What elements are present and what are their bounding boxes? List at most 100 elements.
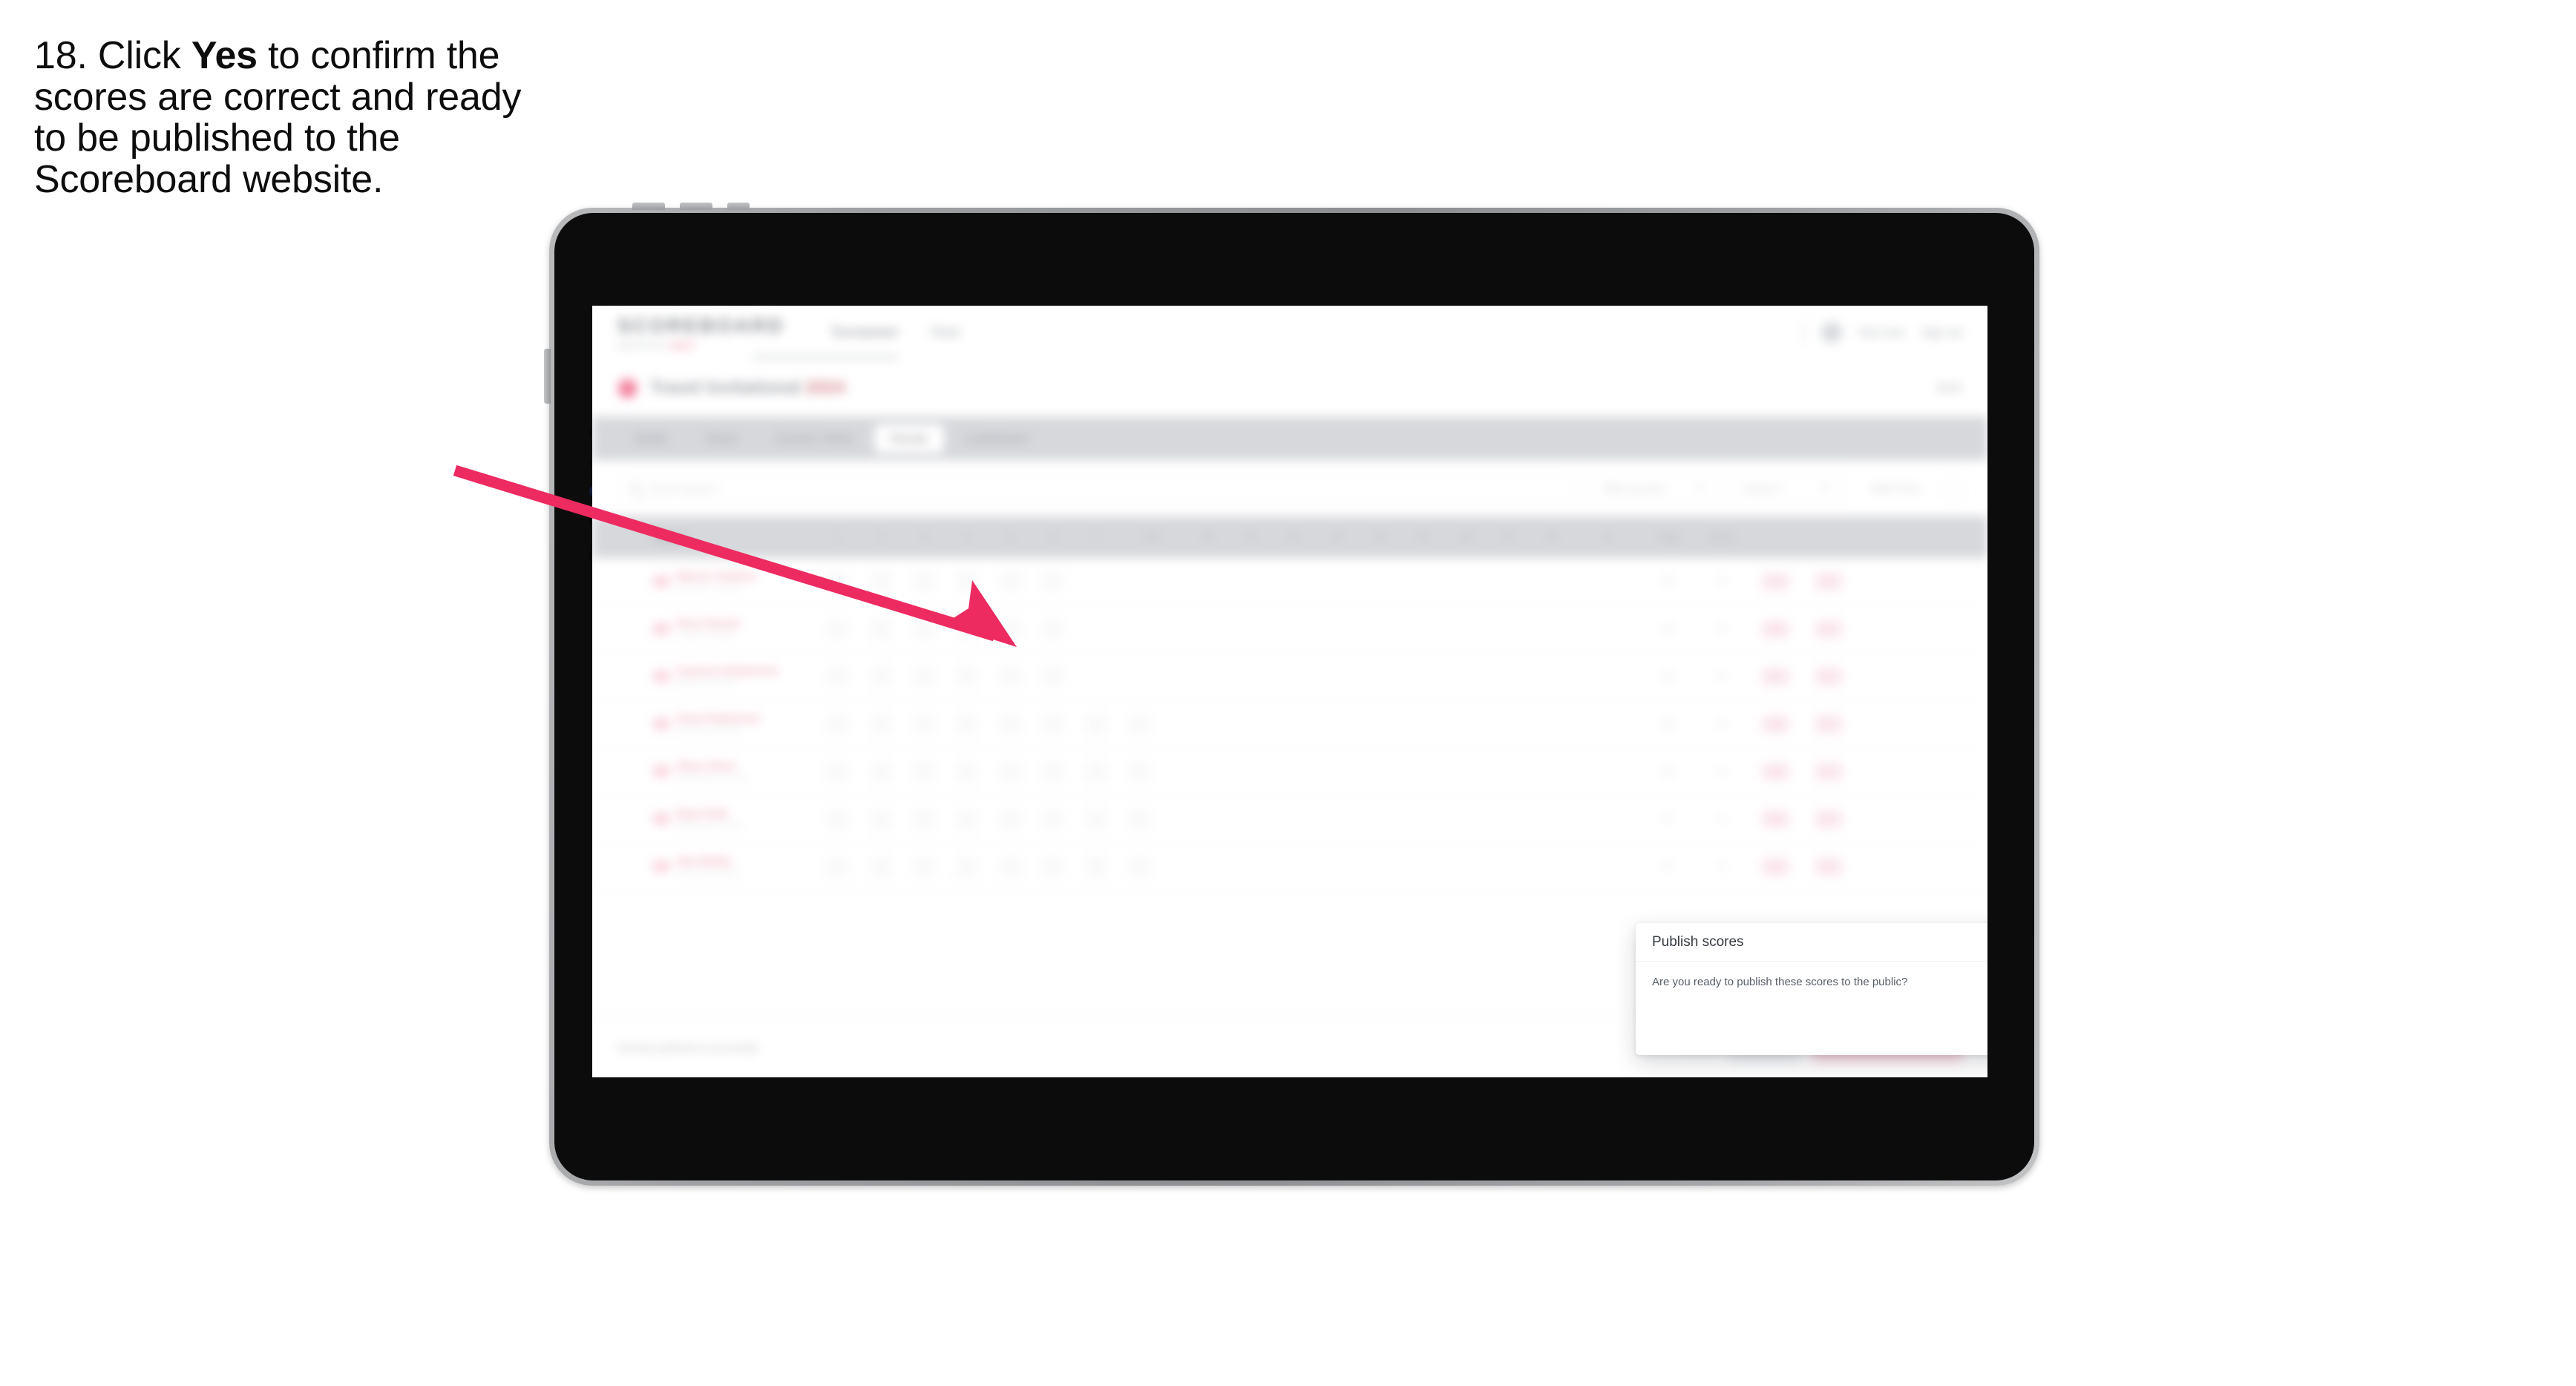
table-row[interactable]: Warren Tomkins Aberdeen Curling 0 0 0 0 0 0 98 72… [592,558,1987,605]
score-cell[interactable]: 0 [902,617,945,640]
score-cell[interactable]: 0 [816,665,859,688]
score-value: 0 [868,570,894,593]
score-cell[interactable]: 0 [859,617,902,640]
score-cell[interactable]: 0 [859,570,902,593]
score-cell[interactable]: 0 [945,855,989,878]
score-cell[interactable]: 0 [1075,855,1118,878]
th-player[interactable]: Player [646,531,816,544]
player-club: Aberdeen Curling [676,583,740,593]
score-cell[interactable]: 0 [945,712,989,735]
app-header-right: Test User Sign out [1803,320,1962,345]
score-value: 0 [825,617,851,640]
score-cell[interactable]: 0 [902,570,945,593]
score-cell[interactable]: 0 [902,807,945,830]
back-link[interactable]: Back [1938,381,1962,394]
score-cell[interactable]: 0 [1032,665,1075,688]
nav-item-team[interactable]: Team [930,325,961,340]
score-cell[interactable]: 0 [1075,807,1118,830]
score-cell[interactable]: 0 [1118,712,1161,735]
score-cell[interactable]: 0 [816,617,859,640]
score-cell[interactable]: 0 [859,712,902,735]
score-cell[interactable]: 0 [816,570,859,593]
tab-courses-rinks[interactable]: Courses / Rinks [758,424,870,453]
score-cell[interactable]: 0 [1118,807,1161,830]
dialog-header: Publish scores [1636,923,1987,962]
filter-team-select[interactable]: Filter by team [1589,472,1717,505]
tab-teams[interactable]: Teams [689,424,754,453]
score-cell[interactable]: 0 [1032,855,1075,878]
score-cell-final: 71 [1716,861,1728,872]
avatar[interactable] [1820,322,1842,343]
score-cell[interactable]: 0 [902,855,945,878]
score-cell[interactable]: 0 [945,760,989,783]
player-cell: Piers Parnell Cawdor Curling [646,617,816,641]
side-button[interactable] [544,349,551,404]
score-cell[interactable]: 0 [989,807,1032,830]
tab-results[interactable]: Results [874,424,944,453]
score-cell[interactable]: 0 [1032,760,1075,783]
volume-up-button[interactable] [632,203,665,210]
score-cell[interactable]: 0 [1032,570,1075,593]
score-cell[interactable]: 0 [859,807,902,830]
sign-out-link[interactable]: Sign out [1921,326,1962,339]
score-cell[interactable]: 0 [902,760,945,783]
score-cell[interactable]: 0 [945,570,989,593]
dialog-message: Are you ready to publish these scores to… [1652,976,1908,988]
table-row[interactable]: Piers Parnell Cawdor Curling 0 0 0 0 0 0 96 70 +5 E [592,605,1987,653]
nav-item-tournament[interactable]: Tournament [830,325,897,340]
volume-down-button[interactable] [680,203,712,210]
score-cell[interactable]: 0 [989,617,1032,640]
score-cell[interactable]: 0 [945,807,989,830]
score-cell[interactable]: 0 [902,712,945,735]
score-cell[interactable]: 0 [989,665,1032,688]
search-input[interactable]: Search players [617,472,1575,505]
score-cell[interactable]: 0 [1075,712,1118,735]
score-value: 0 [1127,807,1152,830]
score-cell[interactable]: 0 [816,807,859,830]
score-value: 0 [1040,570,1066,593]
filter-team-label: Filter by team [1602,482,1665,494]
score-cell[interactable]: 0 [816,712,859,735]
table-row[interactable]: Alex Bailey Montrose Curling 0 0 0 0 0 0 0 0 97 71 +… [592,843,1987,890]
score-cell[interactable]: 0 [989,855,1032,878]
score-cell[interactable]: 0 [859,760,902,783]
table-entry-label: Table Entry [1868,482,1921,494]
score-cell[interactable]: 0 [859,665,902,688]
score-cell[interactable]: 0 [816,760,859,783]
th-hole: 3 [921,532,927,542]
score-cell[interactable]: 0 [989,570,1032,593]
score-cell[interactable]: 0 [1032,807,1075,830]
user-name-label: Test User [1858,326,1905,339]
score-cell[interactable]: 0 [1118,855,1161,878]
table-row[interactable]: Ryan Kidd Peterhead Curling 0 0 0 0 0 0 0 0 97 71 +6… [592,795,1987,843]
tab-leaderboard[interactable]: Leaderboard [948,424,1044,453]
score-cell[interactable]: 0 [902,665,945,688]
badge-value: +6 [1761,857,1789,876]
score-cell[interactable]: 0 [945,665,989,688]
score-cell[interactable]: 0 [1032,617,1075,640]
score-value: 0 [1084,760,1109,783]
badge-value: E [1815,572,1843,591]
table-row[interactable]: Oliver Short Stonehaven Curling 0 0 0 0 0 0 0 0 99… [592,748,1987,795]
score-cell[interactable]: 0 [989,760,1032,783]
grid-icon[interactable] [1943,479,1962,498]
tab-details[interactable]: Details [617,424,684,453]
table-row[interactable]: Cameron Rutherford Braemar Curling 0 0 0 0 0 0 9… [592,653,1987,700]
score-cell[interactable]: 0 [816,855,859,878]
score-cell[interactable]: 0 [859,855,902,878]
score-value: 0 [825,855,851,878]
table-entry-toggle[interactable]: Table Entry [1857,472,1933,505]
score-value: 0 [911,617,937,640]
th-hole: 18 [1547,532,1557,542]
footer-status-text: Results published successfully [617,1041,758,1054]
score-cell[interactable]: 0 [1118,760,1161,783]
score-cell[interactable]: 0 [1032,712,1075,735]
table-row[interactable]: Oscar Robertson Inverness Curling 0 0 0 0 0 0 0 0… [592,700,1987,748]
flag-icon [653,860,669,872]
power-button[interactable] [727,203,750,210]
brand-logo[interactable]: SCOREBOARD powered by sport [617,315,784,350]
score-cell[interactable]: 0 [945,617,989,640]
score-cell[interactable]: 0 [1075,760,1118,783]
score-cell[interactable]: 0 [989,712,1032,735]
filter-round-select[interactable]: Round 1 [1731,472,1842,505]
